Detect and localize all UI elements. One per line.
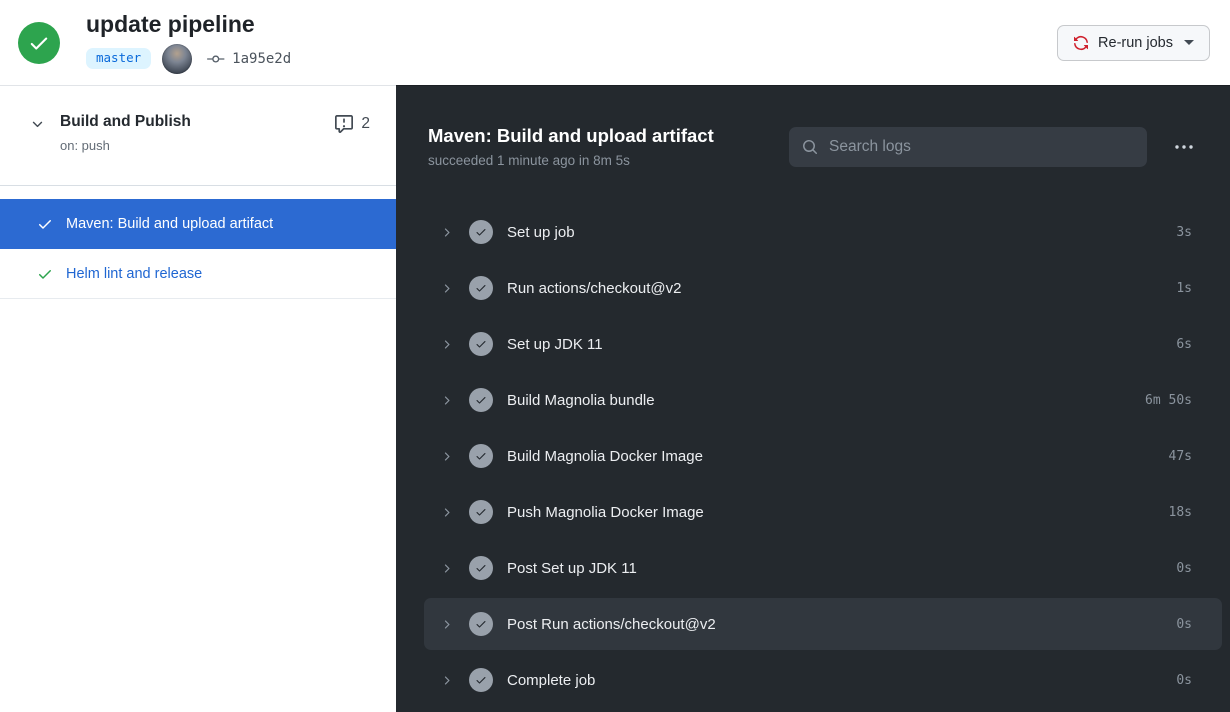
step-success-icon <box>469 612 493 636</box>
job-title: Maven: Build and upload artifact <box>428 124 714 146</box>
step-row[interactable]: Build Magnolia Docker Image 47s <box>424 430 1222 482</box>
step-success-icon <box>469 500 493 524</box>
chevron-right-icon[interactable] <box>440 282 453 295</box>
jobs-list: Maven: Build and upload artifact Helm li… <box>0 199 396 299</box>
step-name: Complete job <box>507 671 596 689</box>
step-duration: 6m 50s <box>1145 392 1192 408</box>
step-success-icon <box>469 668 493 692</box>
step-row[interactable]: Set up job 3s <box>424 206 1222 258</box>
run-success-icon <box>18 21 60 64</box>
git-commit-icon <box>207 55 225 63</box>
chevron-right-icon[interactable] <box>440 226 453 239</box>
step-success-icon <box>469 220 493 244</box>
step-duration: 18s <box>1168 504 1192 520</box>
step-name: Run actions/checkout@v2 <box>507 279 682 297</box>
step-row[interactable]: Push Magnolia Docker Image 18s <box>424 486 1222 538</box>
commit[interactable]: 1a95e2d <box>203 51 291 67</box>
branch-badge: master <box>86 48 152 69</box>
log-panel: Maven: Build and upload artifact succeed… <box>396 85 1230 712</box>
step-row[interactable]: Complete job 0s <box>424 654 1222 706</box>
step-name: Set up job <box>507 223 575 241</box>
kebab-horizontal-icon <box>1175 144 1193 149</box>
search-logs-input[interactable] <box>827 136 1134 157</box>
sidebar-job-item[interactable]: Helm lint and release <box>0 249 396 299</box>
search-logs-box <box>789 126 1147 167</box>
step-duration: 0s <box>1176 616 1192 632</box>
job-header: Maven: Build and upload artifact succeed… <box>396 86 1230 186</box>
step-duration: 0s <box>1176 560 1192 576</box>
step-success-icon <box>469 388 493 412</box>
annotations-counter: 2 <box>335 115 370 133</box>
chevron-right-icon[interactable] <box>440 674 453 687</box>
step-name: Post Set up JDK 11 <box>507 559 637 577</box>
check-icon <box>38 220 51 229</box>
step-duration: 1s <box>1176 280 1192 296</box>
chevron-right-icon[interactable] <box>440 562 453 575</box>
step-name: Build Magnolia Docker Image <box>507 447 703 465</box>
run-header: update pipeline master 1a95e2d Re-run jo… <box>0 0 1230 85</box>
annotations-count: 2 <box>361 115 370 132</box>
step-duration: 0s <box>1176 672 1192 688</box>
chevron-right-icon[interactable] <box>440 618 453 631</box>
step-duration: 6s <box>1176 336 1192 352</box>
job-label: Maven: Build and upload artifact <box>66 216 274 232</box>
step-name: Post Run actions/checkout@v2 <box>507 615 716 633</box>
commit-sha: 1a95e2d <box>232 50 292 67</box>
workflow-name: Build and Publish <box>60 113 191 130</box>
workflow-header: Build and Publish on: push 2 <box>0 86 396 186</box>
steps-list: Set up job 3s Run actions/checkout@v2 1s… <box>424 206 1222 706</box>
step-duration: 47s <box>1168 448 1192 464</box>
job-label: Helm lint and release <box>66 265 203 282</box>
rerun-jobs-button[interactable]: Re-run jobs <box>1057 24 1210 61</box>
chevron-right-icon[interactable] <box>440 394 453 407</box>
jobs-sidebar: Build and Publish on: push 2 Maven: Buil… <box>0 86 396 712</box>
step-success-icon <box>469 556 493 580</box>
step-row[interactable]: Post Run actions/checkout@v2 0s <box>424 598 1222 650</box>
chevron-right-icon[interactable] <box>440 338 453 351</box>
caret-down-icon <box>1184 40 1194 45</box>
chevron-right-icon[interactable] <box>440 450 453 463</box>
avatar[interactable] <box>162 43 193 74</box>
step-row[interactable]: Run actions/checkout@v2 1s <box>424 262 1222 314</box>
job-status-text: succeeded 1 minute ago in 8m 5s <box>428 153 630 169</box>
step-name: Set up JDK 11 <box>507 335 603 353</box>
step-row[interactable]: Build Magnolia bundle 6m 50s <box>424 374 1222 426</box>
step-name: Build Magnolia bundle <box>507 391 655 409</box>
annotation-icon <box>335 115 354 133</box>
sidebar-job-item[interactable]: Maven: Build and upload artifact <box>0 199 396 249</box>
run-title: update pipeline <box>86 11 255 38</box>
sync-icon <box>1074 35 1089 50</box>
step-row[interactable]: Post Set up JDK 11 0s <box>424 542 1222 594</box>
step-name: Push Magnolia Docker Image <box>507 503 704 521</box>
rerun-jobs-label: Re-run jobs <box>1098 34 1173 51</box>
step-success-icon <box>469 276 493 300</box>
search-icon <box>803 139 818 154</box>
step-duration: 3s <box>1176 224 1192 240</box>
log-settings-button[interactable] <box>1168 133 1200 161</box>
run-meta: master 1a95e2d <box>86 43 291 74</box>
step-success-icon <box>469 332 493 356</box>
workflow-trigger: on: push <box>60 137 110 153</box>
step-success-icon <box>469 444 493 468</box>
chevron-right-icon[interactable] <box>440 506 453 519</box>
chevron-down-icon[interactable] <box>30 117 45 132</box>
step-row[interactable]: Set up JDK 11 6s <box>424 318 1222 370</box>
check-icon <box>38 269 51 279</box>
